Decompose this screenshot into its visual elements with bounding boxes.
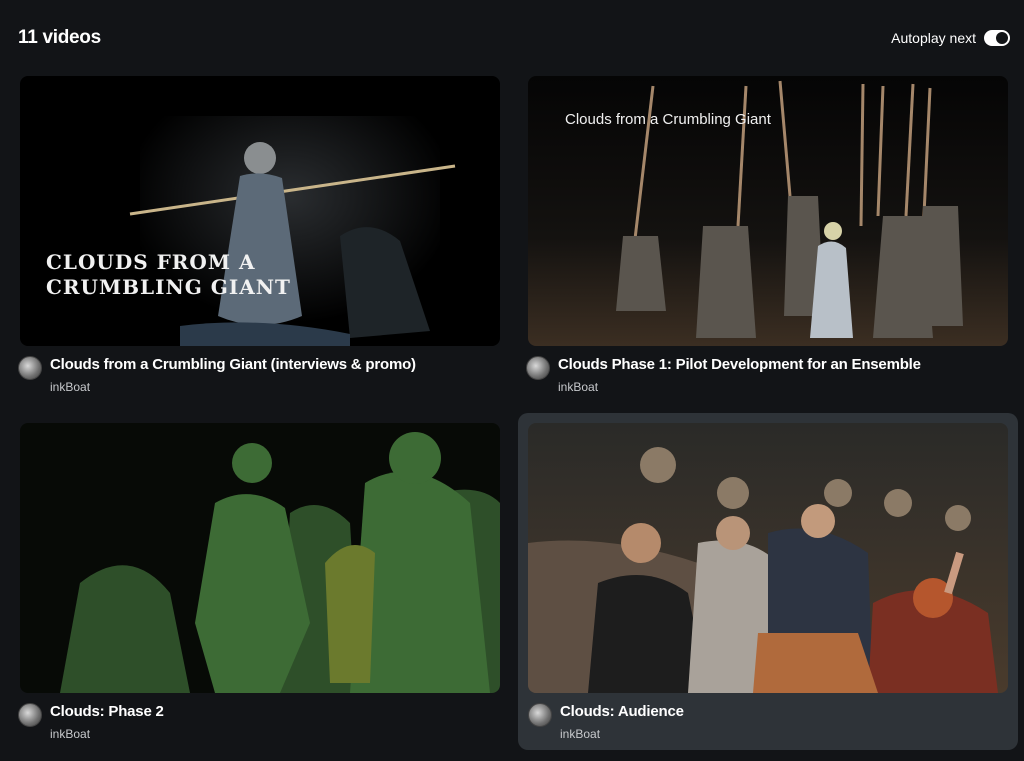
thumbnail-image: CLOUDS FROM A CRUMBLING GIANT [20, 76, 500, 346]
channel-name[interactable]: inkBoat [558, 380, 598, 394]
channel-avatar[interactable] [18, 356, 42, 380]
overlay-title-line1: CLOUDS FROM A [46, 250, 255, 274]
video-meta: Clouds from a Crumbling Giant (interview… [18, 354, 488, 404]
toggle-knob [996, 32, 1008, 44]
thumbnail-image [20, 423, 500, 693]
video-count: 11 videos [18, 27, 101, 48]
video-title[interactable]: Clouds: Phase 2 [50, 703, 164, 720]
playlist-header: 11 videos Autoplay next [18, 24, 1010, 52]
channel-name[interactable]: inkBoat [50, 727, 90, 741]
video-title[interactable]: Clouds Phase 1: Pilot Development for an… [558, 356, 921, 373]
autoplay-toggle[interactable] [984, 30, 1010, 46]
video-title[interactable]: Clouds: Audience [560, 703, 684, 720]
channel-name[interactable]: inkBoat [560, 727, 600, 741]
overlay-title: Clouds from a Crumbling Giant [565, 111, 772, 128]
channel-avatar[interactable] [18, 703, 42, 727]
channel-avatar[interactable] [528, 703, 552, 727]
thumbnail-image: Clouds from a Crumbling Giant [528, 76, 1008, 346]
autoplay-control[interactable]: Autoplay next [891, 30, 1010, 46]
thumbnail-image [528, 423, 1008, 693]
video-meta: Clouds Phase 1: Pilot Development for an… [526, 354, 996, 404]
video-meta: Clouds: Phase 2 inkBoat [18, 701, 488, 751]
overlay-title-line2: CRUMBLING GIANT [46, 275, 291, 299]
video-card-2[interactable]: Clouds from a Crumbling Giant Clouds Pha… [526, 76, 1008, 406]
video-card-3[interactable]: Clouds: Phase 2 inkBoat [18, 423, 500, 751]
video-meta: Clouds: Audience inkBoat [528, 701, 998, 751]
video-title[interactable]: Clouds from a Crumbling Giant (interview… [50, 356, 416, 373]
video-thumbnail[interactable] [528, 423, 1008, 693]
video-thumbnail[interactable] [20, 423, 500, 693]
video-thumbnail[interactable]: CLOUDS FROM A CRUMBLING GIANT [20, 76, 500, 346]
autoplay-label: Autoplay next [891, 30, 976, 46]
video-card-4-active[interactable]: Clouds: Audience inkBoat [518, 413, 1018, 750]
video-card-1[interactable]: CLOUDS FROM A CRUMBLING GIANT Clouds fro… [18, 76, 500, 406]
channel-name[interactable]: inkBoat [50, 380, 90, 394]
video-thumbnail[interactable]: Clouds from a Crumbling Giant [528, 76, 1008, 346]
channel-avatar[interactable] [526, 356, 550, 380]
